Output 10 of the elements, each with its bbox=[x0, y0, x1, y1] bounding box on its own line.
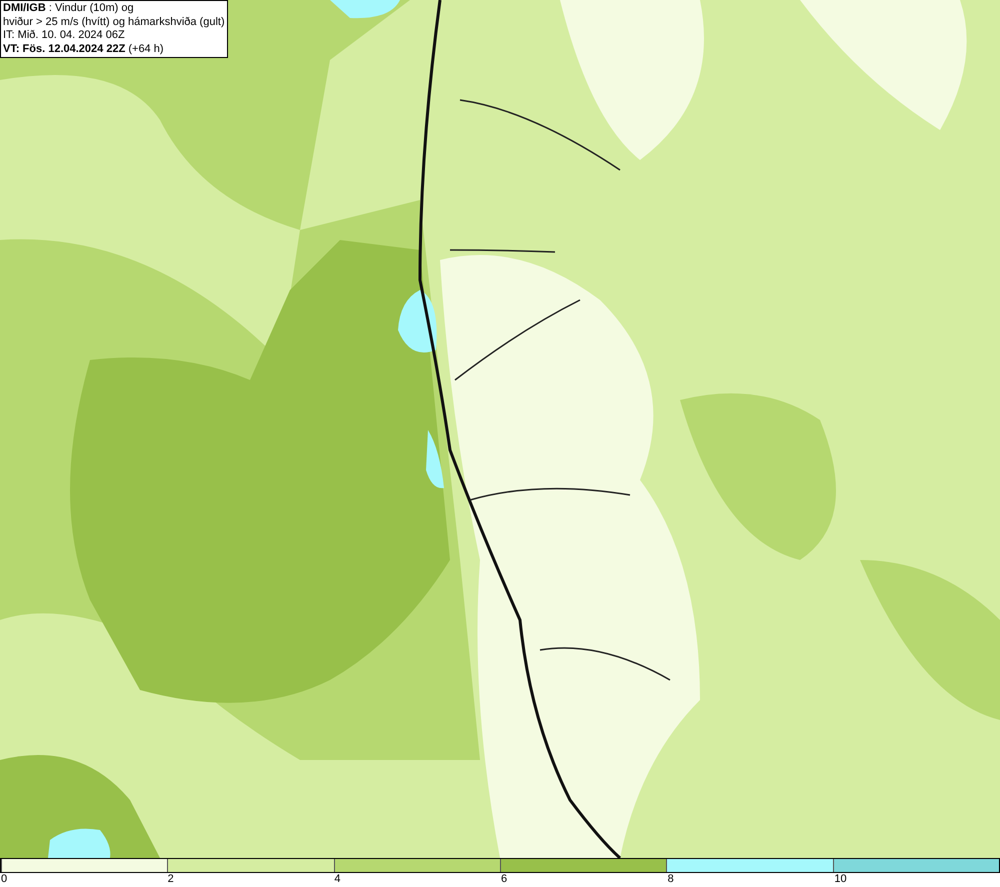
legend-tick-label: 6 bbox=[501, 873, 508, 885]
header-line: DMI/IGB : Vindur (10m) og bbox=[3, 2, 134, 16]
legend-tick-label: 10 bbox=[834, 873, 847, 885]
legend-tick-label: 4 bbox=[334, 873, 340, 885]
header-line: IT: Mið. 10. 04. 2024 06Z bbox=[3, 29, 125, 42]
header-line: hviður > 25 m/s (hvítt) og hámarkshviða (gult) bbox=[3, 16, 225, 29]
legend-tick-label: 8 bbox=[668, 873, 674, 885]
legend-tick-label: 0 bbox=[1, 873, 8, 885]
legend-tick-label: 2 bbox=[168, 873, 174, 885]
header-line: VT: Fös. 12.04.2024 22Z (+64 h) bbox=[3, 42, 164, 56]
